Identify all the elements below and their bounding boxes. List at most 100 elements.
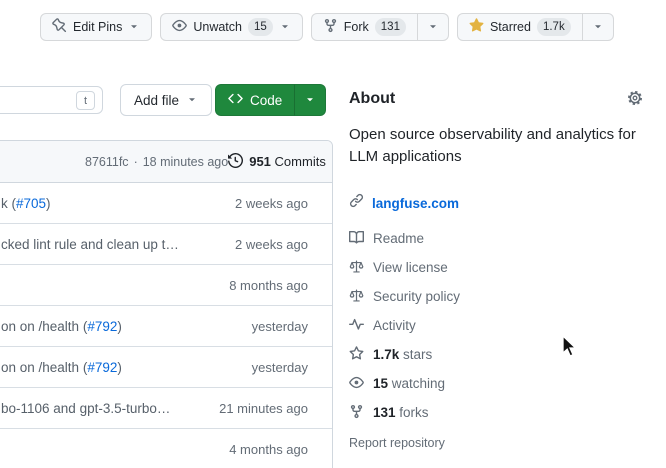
view-license-link[interactable]: View license [349,253,645,282]
eye-icon [172,18,187,36]
forks-stat-link[interactable]: 131 forks [349,398,645,427]
edit-pins-button[interactable]: Edit Pins [40,13,152,41]
commit-date: 21 minutes ago [219,401,308,416]
website-link[interactable]: langfuse.com [372,196,459,211]
commit-hash-link[interactable]: 87611fc [85,155,129,169]
chevron-down-icon [427,20,439,35]
stars-count: 1.7k [373,347,399,362]
issue-link[interactable]: #705 [16,196,46,211]
commit-time[interactable]: 18 minutes ago [143,155,228,169]
go-to-file-input[interactable]: t [0,86,103,114]
watching-label: watching [388,376,445,391]
security-policy-link[interactable]: Security policy [349,282,645,311]
commit-date: 2 weeks ago [235,196,308,211]
commit-message[interactable]: cked lint rule and clean up t… [1,237,179,252]
edit-pins-label: Edit Pins [73,20,122,34]
add-file-label: Add file [134,93,179,108]
activity-label: Activity [373,318,416,333]
chevron-down-icon [304,93,316,108]
gear-icon[interactable] [627,90,643,109]
commit-message-text: ) [117,360,122,375]
stars-count-badge: 1.7k [537,18,571,36]
watching-stat-link[interactable]: 15 watching [349,369,645,398]
starred-label: Starred [490,20,531,34]
issue-link[interactable]: #792 [87,319,117,334]
about-sidebar: About Open source observability and anal… [349,84,645,468]
commit-date: 4 months ago [229,442,308,457]
law-icon [349,259,364,277]
code-dropdown-button[interactable] [295,84,326,116]
security-policy-label: Security policy [373,289,460,304]
add-file-button[interactable]: Add file [120,84,212,116]
file-browser-table: 87611fc · 18 minutes ago 951 Commits k (… [0,140,333,468]
link-icon [349,193,364,213]
repo-action-bar: Edit Pins Unwatch 15 Fork 131 Starred 1. [40,13,614,41]
commit-date: 8 months ago [229,278,308,293]
commit-date: yesterday [252,319,308,334]
readme-label: Readme [373,231,424,246]
commit-message-text: ) [46,196,51,211]
repo-description: Open source observability and analytics … [349,124,645,168]
commit-message-text: ) [117,319,122,334]
website-row: langfuse.com [349,193,459,213]
issue-link[interactable]: #792 [87,360,117,375]
report-repository-link[interactable]: Report repository [349,436,445,450]
code-label: Code [250,93,282,108]
code-button[interactable]: Code [215,84,295,116]
shortcut-hint-badge: t [76,91,95,110]
stars-stat-link[interactable]: 1.7k stars [349,340,645,369]
forks-count: 131 [373,405,396,420]
eye-icon [349,375,364,393]
fork-icon [349,404,364,422]
fork-button[interactable]: Fork 131 [311,13,418,41]
about-links-list: Readme View license Security policy Acti… [349,224,645,427]
forks-count-badge: 131 [375,18,406,36]
star-dropdown-button[interactable] [582,13,614,41]
file-row: on on /health (#792) yesterday [0,347,332,388]
star-button-group: Starred 1.7k [457,13,614,41]
law-icon [349,288,364,306]
stars-label: stars [399,347,432,362]
commits-count: 951 [249,154,271,169]
pulse-icon [349,317,364,335]
commit-message-text: on on /health ( [1,319,87,334]
unwatch-button[interactable]: Unwatch 15 [160,13,302,41]
file-row: on on /health (#792) yesterday [0,306,332,347]
watchers-count-badge: 15 [248,18,273,36]
chevron-down-icon [279,20,291,35]
commit-message-text: k ( [1,196,16,211]
file-row: 4 months ago [0,429,332,468]
fork-button-group: Fork 131 [311,13,449,41]
readme-link[interactable]: Readme [349,224,645,253]
commit-message[interactable]: k (#705) [1,196,51,211]
commits-label: Commits [275,154,326,169]
commit-date: 2 weeks ago [235,237,308,252]
dot-separator: · [134,155,138,169]
code-button-group: Code [215,84,326,116]
commit-message[interactable]: on on /health (#792) [1,360,122,375]
history-icon [228,153,243,171]
commit-history-link[interactable]: 951 Commits [228,153,326,171]
forks-label: forks [396,405,429,420]
commit-message[interactable]: bo-1106 and gpt-3.5-turbo… [1,401,170,416]
latest-commit-bar: 87611fc · 18 minutes ago 951 Commits [0,141,332,183]
file-row: bo-1106 and gpt-3.5-turbo… 21 minutes ag… [0,388,332,429]
activity-link[interactable]: Activity [349,311,645,340]
commit-message[interactable]: on on /health (#792) [1,319,122,334]
watching-count: 15 [373,376,388,391]
starred-button[interactable]: Starred 1.7k [457,13,583,41]
github-repo-page: Edit Pins Unwatch 15 Fork 131 Starred 1. [0,0,666,468]
commit-message-text: on on /health ( [1,360,87,375]
book-icon [349,230,364,248]
pin-icon [52,18,67,36]
commit-message-text: bo-1106 and gpt-3.5-turbo… [1,401,170,416]
chevron-down-icon [128,20,140,35]
file-row: cked lint rule and clean up t… 2 weeks a… [0,224,332,265]
fork-dropdown-button[interactable] [417,13,449,41]
view-license-label: View license [373,260,448,275]
unwatch-label: Unwatch [193,20,242,34]
star-icon [349,346,364,364]
latest-commit-info: 87611fc · 18 minutes ago [85,155,228,169]
file-row: k (#705) 2 weeks ago [0,183,332,224]
about-heading: About [349,90,395,108]
